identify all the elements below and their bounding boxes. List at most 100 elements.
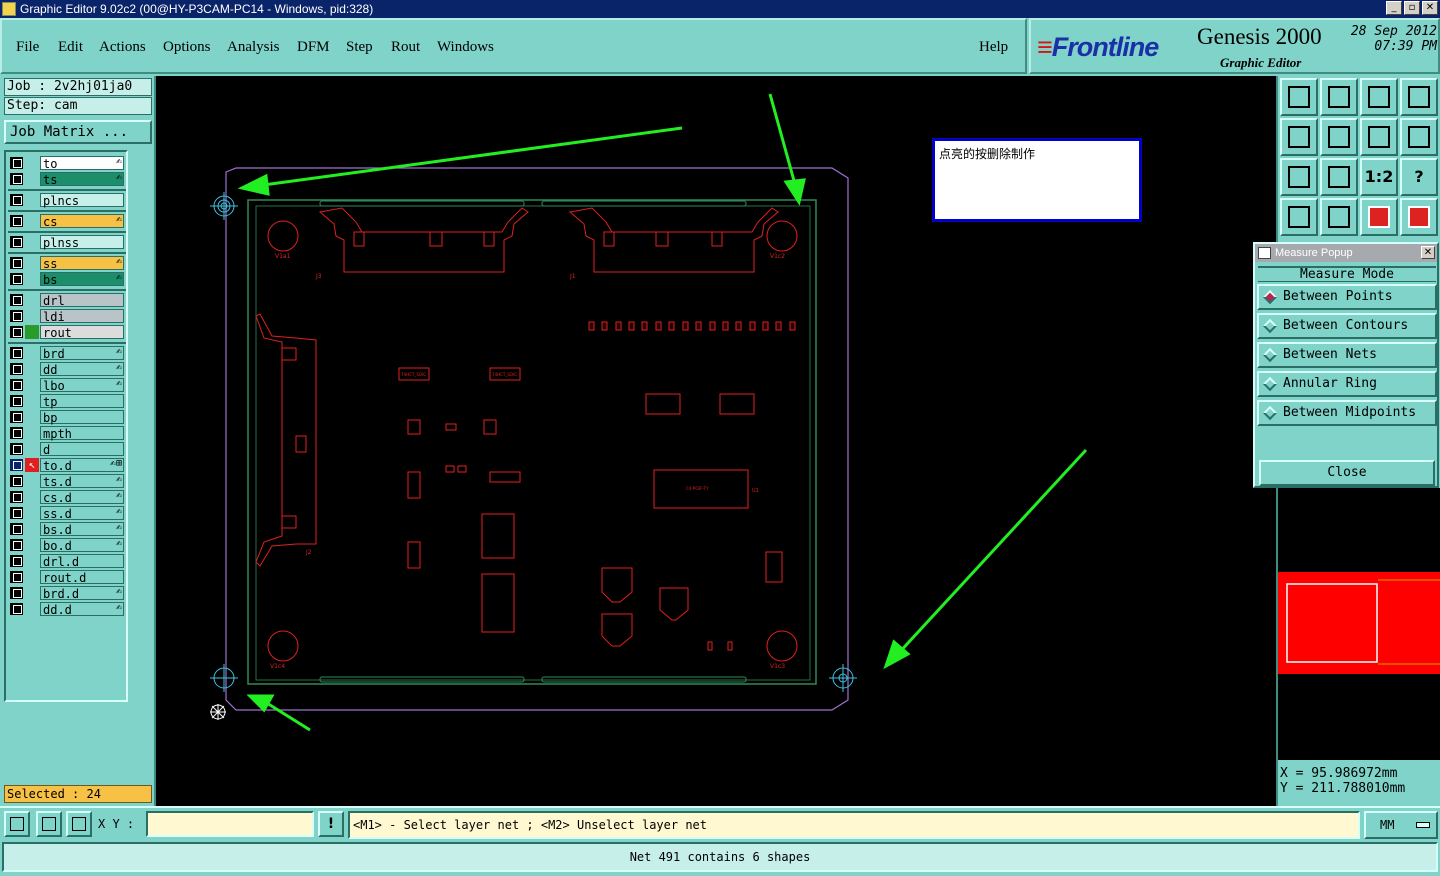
layer-row[interactable]: ldi bbox=[8, 309, 126, 324]
menu-edit[interactable]: Edit bbox=[58, 39, 83, 56]
mode-between-midpoints[interactable]: Between Midpoints bbox=[1257, 400, 1437, 426]
layer-checkbox[interactable] bbox=[10, 507, 23, 519]
layer-checkbox[interactable] bbox=[10, 236, 23, 248]
layer-checkbox[interactable] bbox=[10, 523, 23, 535]
layer-row[interactable]: mpth bbox=[8, 426, 126, 441]
layer-row[interactable]: rout bbox=[8, 325, 126, 340]
layer-checkbox[interactable] bbox=[10, 571, 23, 583]
layer-name[interactable]: drl.d bbox=[40, 554, 124, 569]
scale-one-to-two-button[interactable]: 1:2 bbox=[1360, 158, 1398, 196]
layer-name[interactable]: plncs bbox=[40, 193, 124, 208]
menu-options[interactable]: Options bbox=[163, 39, 211, 56]
menu-windows[interactable]: Windows bbox=[437, 39, 494, 56]
zoom-fit-button[interactable] bbox=[1280, 158, 1318, 196]
layer-checkbox[interactable] bbox=[10, 310, 23, 322]
layer-row[interactable]: ↖ to.d ✍⊞ bbox=[8, 458, 126, 473]
layer-row[interactable]: bp bbox=[8, 410, 126, 425]
layer-row[interactable]: plnss bbox=[8, 235, 126, 250]
pan-right-button[interactable] bbox=[1320, 118, 1358, 156]
menu-dfm[interactable]: DFM bbox=[297, 39, 330, 56]
layer-checkbox[interactable] bbox=[10, 157, 23, 169]
layer-checkbox[interactable] bbox=[10, 173, 23, 185]
house-button[interactable] bbox=[1360, 78, 1398, 116]
layer-checkbox[interactable] bbox=[10, 379, 23, 391]
measure-line-button[interactable] bbox=[36, 811, 62, 837]
mode-between-contours[interactable]: Between Contours bbox=[1257, 313, 1437, 339]
layer-name[interactable]: rout.d bbox=[40, 570, 124, 585]
layer-row[interactable]: lbo ✍ bbox=[8, 378, 126, 393]
layer-checkbox[interactable] bbox=[10, 539, 23, 551]
layer-checkbox[interactable] bbox=[10, 427, 23, 439]
maximize-button[interactable]: ▫ bbox=[1404, 1, 1420, 15]
window-split-button[interactable] bbox=[1400, 78, 1438, 116]
layer-row[interactable]: drl bbox=[8, 293, 126, 308]
layer-row[interactable]: ts ✍ bbox=[8, 172, 126, 187]
zoom-home-button[interactable] bbox=[1280, 78, 1318, 116]
menu-actions[interactable]: Actions bbox=[99, 39, 146, 56]
layer-name[interactable]: ss.d bbox=[40, 506, 124, 521]
layer-name[interactable]: bp bbox=[40, 410, 124, 425]
layer-row[interactable]: drl.d bbox=[8, 554, 126, 569]
mode-between-nets[interactable]: Between Nets bbox=[1257, 342, 1437, 368]
layer-checkbox[interactable] bbox=[10, 587, 23, 599]
layer-name[interactable]: to bbox=[40, 156, 124, 171]
layer-name[interactable]: drl bbox=[40, 293, 124, 308]
layer-row[interactable]: cs.d ✍ bbox=[8, 490, 126, 505]
menu-help[interactable]: Help bbox=[979, 39, 1008, 56]
layer-row[interactable]: ss ✍ bbox=[8, 256, 126, 271]
layer-checkbox[interactable] bbox=[10, 603, 23, 615]
menu-analysis[interactable]: Analysis bbox=[227, 39, 280, 56]
overview-map[interactable] bbox=[1278, 488, 1440, 760]
units-select[interactable]: MM bbox=[1364, 811, 1438, 839]
layer-name[interactable]: tp bbox=[40, 394, 124, 409]
layer-name[interactable]: brd.d bbox=[40, 586, 124, 601]
layer-checkbox[interactable] bbox=[10, 475, 23, 487]
measure-popup-close-x[interactable]: ✕ bbox=[1421, 246, 1435, 259]
layer-checkbox[interactable] bbox=[10, 459, 23, 471]
xy-input[interactable] bbox=[146, 811, 314, 837]
layer-name[interactable]: ts.d bbox=[40, 474, 124, 489]
job-matrix-button[interactable]: Job Matrix ... bbox=[4, 120, 152, 144]
layer-checkbox[interactable] bbox=[10, 294, 23, 306]
menu-step[interactable]: Step bbox=[346, 39, 373, 56]
menu-rout[interactable]: Rout bbox=[391, 39, 420, 56]
net-select-button[interactable] bbox=[1360, 198, 1398, 236]
layer-row[interactable]: plncs bbox=[8, 193, 126, 208]
layer-name[interactable]: plnss bbox=[40, 235, 124, 250]
layer-checkbox[interactable] bbox=[10, 411, 23, 423]
layer-row[interactable]: d bbox=[8, 442, 126, 457]
layer-checkbox[interactable] bbox=[10, 326, 23, 338]
mode-annular-ring[interactable]: Annular Ring bbox=[1257, 371, 1437, 397]
layer-checkbox[interactable] bbox=[10, 363, 23, 375]
layer-name[interactable]: dd bbox=[40, 362, 124, 377]
mode-between-points[interactable]: Between Points bbox=[1257, 284, 1437, 310]
layer-row[interactable]: dd ✍ bbox=[8, 362, 126, 377]
snake-button[interactable] bbox=[1400, 118, 1438, 156]
layer-row[interactable]: tp bbox=[8, 394, 126, 409]
layer-name[interactable]: lbo bbox=[40, 378, 124, 393]
layer-row[interactable]: bo.d ✍ bbox=[8, 538, 126, 553]
layer-name[interactable]: cs.d bbox=[40, 490, 124, 505]
layer-checkbox[interactable] bbox=[10, 257, 23, 269]
layer-name[interactable]: bs bbox=[40, 272, 124, 287]
layer-row[interactable]: rout.d bbox=[8, 570, 126, 585]
layer-checkbox[interactable] bbox=[10, 215, 23, 227]
grid-button[interactable] bbox=[66, 811, 92, 837]
layer-name[interactable]: brd bbox=[40, 346, 124, 361]
help-button[interactable]: ? bbox=[1400, 158, 1438, 196]
zoom-area-button[interactable] bbox=[4, 811, 30, 837]
layer-name[interactable]: ldi bbox=[40, 309, 124, 324]
layer-row[interactable]: cs ✍ bbox=[8, 214, 126, 229]
net-unselect-button[interactable] bbox=[1400, 198, 1438, 236]
layer-checkbox[interactable] bbox=[10, 194, 23, 206]
layer-name[interactable]: bs.d bbox=[40, 522, 124, 537]
layer-row[interactable]: dd.d ✍ bbox=[8, 602, 126, 617]
close-window-button[interactable]: ✕ bbox=[1422, 1, 1438, 15]
layer-name[interactable]: cs bbox=[40, 214, 124, 229]
pan-down-button[interactable] bbox=[1320, 78, 1358, 116]
zoom-center-button[interactable] bbox=[1320, 158, 1358, 196]
layer-name[interactable]: bo.d bbox=[40, 538, 124, 553]
layer-row[interactable]: ss.d ✍ bbox=[8, 506, 126, 521]
layer-checkbox[interactable] bbox=[10, 491, 23, 503]
layer-name[interactable]: mpth bbox=[40, 426, 124, 441]
